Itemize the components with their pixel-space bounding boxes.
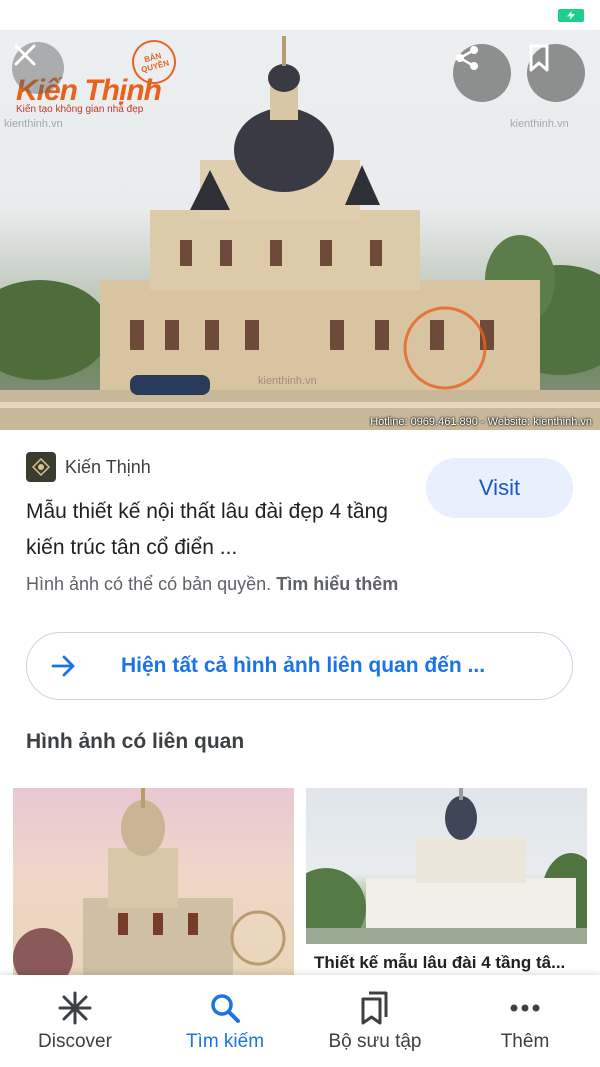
result-title[interactable]: Mẫu thiết kế nội thất lâu đài đẹp 4 tầng… xyxy=(26,494,416,566)
bookmark-icon xyxy=(529,44,549,72)
collections-icon xyxy=(356,989,394,1027)
nav-label-search: Tìm kiếm xyxy=(185,1031,265,1052)
site-logo-icon xyxy=(31,457,51,477)
nav-label-more: Thêm xyxy=(500,1031,550,1052)
related-image-card[interactable] xyxy=(13,788,294,978)
brand-tagline: Kiến tạo không gian nhà đẹp xyxy=(16,104,144,115)
arrow-right-icon xyxy=(51,655,79,677)
nav-item-collections[interactable]: Bộ sưu tập xyxy=(300,975,450,1067)
share-icon xyxy=(456,46,478,70)
copyright-text: Hình ảnh có thể có bản quyền. xyxy=(26,574,272,594)
learn-more-link[interactable]: Tìm hiểu thêm xyxy=(276,574,398,594)
related-image-thumbnail xyxy=(306,788,587,944)
search-icon xyxy=(206,989,244,1027)
related-image-card[interactable] xyxy=(306,788,587,944)
source-favicon xyxy=(26,452,56,482)
battery-charging-icon xyxy=(558,9,584,22)
source-name: Kiến Thịnh xyxy=(65,456,151,477)
status-bar xyxy=(0,0,600,30)
show-all-related-button[interactable]: Hiện tất cả hình ảnh liên quan đến ... xyxy=(26,632,573,700)
watermark: kienthinh.vn xyxy=(4,118,63,130)
nav-item-more[interactable]: Thêm xyxy=(450,975,600,1067)
copyright-notice: Hình ảnh có thể có bản quyền. Tìm hiểu t… xyxy=(26,574,398,595)
related-image-thumbnail xyxy=(13,788,286,978)
hero-image[interactable]: Kiến Thịnh Kiến tạo không gian nhà đẹp B… xyxy=(0,30,600,430)
bottom-navigation: Discover Tìm kiếm Bộ sưu tập Thêm xyxy=(0,975,600,1067)
nav-label-discover: Discover xyxy=(38,1031,112,1052)
close-button[interactable] xyxy=(12,42,64,94)
related-image-caption[interactable]: Thiết kế mẫu lâu đài 4 tầng tâ... xyxy=(314,953,565,973)
more-dots-icon xyxy=(506,989,544,1027)
watermark: kienthinh.vn xyxy=(258,375,317,387)
visit-button[interactable]: Visit xyxy=(426,458,573,518)
close-icon xyxy=(14,44,36,66)
share-button[interactable] xyxy=(453,44,511,102)
show-all-related-label: Hiện tất cả hình ảnh liên quan đến ... xyxy=(121,654,486,677)
hotline-text: Hotline: 0969.461.890 - Website: kienthi… xyxy=(370,416,592,428)
nav-item-discover[interactable]: Discover xyxy=(0,975,150,1067)
related-section-title: Hình ảnh có liên quan xyxy=(26,730,245,753)
asterisk-icon xyxy=(56,989,94,1027)
bookmark-button[interactable] xyxy=(527,44,585,102)
nav-label-collections: Bộ sưu tập xyxy=(328,1031,422,1052)
source-row[interactable]: Kiến Thịnh xyxy=(26,452,151,482)
nav-item-search[interactable]: Tìm kiếm xyxy=(150,975,300,1067)
watermark: kienthinh.vn xyxy=(510,118,569,130)
